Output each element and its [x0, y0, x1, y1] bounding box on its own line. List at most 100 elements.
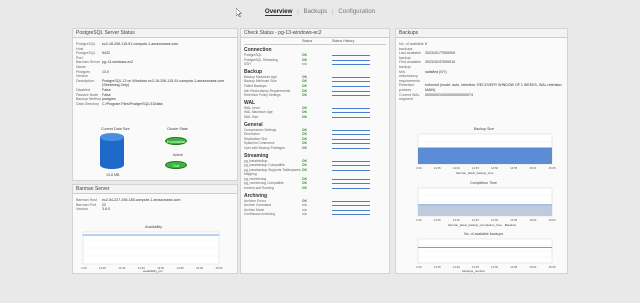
detail-row: Last available backup 20231017T000009 — [399, 51, 567, 60]
detail-row: Barman Server Name pg-13-windows-ec2 — [76, 60, 226, 69]
x-tick-label: 15:05 — [549, 265, 556, 269]
check-row: receive-wal Running OK — [244, 186, 386, 191]
barman-server-details: Barman Host ec2-54-227-198-185.compute-1.… — [76, 198, 226, 212]
x-tick-label: 14:30 — [81, 266, 87, 270]
completion-time-legend: barman_latest_backup_completion_time Bas… — [448, 223, 516, 227]
backup-size-chart-title: Backup Size — [474, 127, 494, 131]
check-label: receive-wal Running — [244, 186, 274, 191]
tab-backups[interactable]: Backups — [303, 8, 327, 15]
check-label: Retention Policy Settings — [244, 93, 281, 98]
tab-configuration[interactable]: Configuration — [338, 8, 375, 15]
detail-value: PostgreSQL 13 on Windows ec2-18-206-115-… — [102, 78, 225, 88]
detail-key: Barman Server Name — [76, 60, 101, 69]
detail-value: ec2-18-206-115-91.compute-1.amazonaws.co… — [102, 42, 179, 46]
status-history-column-header: Status History — [332, 39, 355, 43]
data-size-label: Current Data Size — [101, 127, 130, 131]
backup-size-area — [418, 147, 552, 164]
nav-separator: | — [297, 8, 299, 15]
check-label: SSH — [244, 62, 251, 67]
check-status-panel: Check Status - pg-13-windows-ec2 Status … — [240, 28, 390, 274]
detail-row: First available backup 20231024T000010 — [399, 60, 567, 69]
mouse-cursor-icon — [236, 8, 242, 17]
detail-row: Description PostgreSQL 13 on Windows ec2-… — [76, 79, 226, 88]
x-tick-label: 14:35 — [434, 166, 441, 170]
detail-value: 9 — [425, 42, 427, 46]
check-label: User with Backup Privileges — [244, 145, 285, 150]
x-tick-label: 14:30 — [416, 166, 422, 170]
x-tick-label: 14:40 — [453, 218, 460, 222]
detail-key: Min. redundancy requirements — [399, 69, 420, 83]
x-tick-label: 15:05 — [549, 218, 556, 222]
backups-title: Backups — [396, 29, 567, 38]
backup-size-legend: barman_latest_backup_size — [456, 171, 494, 175]
detail-key: Postgres Version — [76, 69, 91, 79]
detail-value: 20231024T000010 — [425, 60, 456, 65]
status-history-sparkline — [332, 186, 370, 191]
check-status-title: Check Status - pg-13-windows-ec2 — [241, 29, 389, 38]
detail-value: ec2-54-227-198-185.compute-1.amazonaws.c… — [102, 198, 181, 202]
status-history-sparkline — [332, 115, 370, 120]
x-tick-label: 15:00 — [196, 266, 203, 270]
detail-key: PostgreSQL Port — [76, 51, 96, 60]
detail-row: Data Directory C:/Program Files/PostgreSQ… — [76, 102, 226, 107]
check-row: WAL Size OK — [244, 115, 386, 120]
detail-row: PostgreSQL Host ec2-18-206-115-91.compute… — [76, 42, 226, 51]
x-tick-label: 14:55 — [510, 218, 517, 222]
detail-row: Retention policies enforced (mode: auto, … — [399, 83, 567, 92]
check-status-value: n/a — [302, 212, 307, 217]
completion-time-legend-series: barman_latest_backup_completion_time — [448, 223, 502, 227]
backups-number-chart-title: No. of available backups — [464, 232, 504, 236]
x-tick-label: 14:35 — [99, 266, 106, 270]
detail-key: Retention policies — [399, 83, 415, 92]
detail-value: 000000010000000000000074 — [425, 92, 473, 97]
detail-value: 3.6.0 — [102, 207, 110, 212]
check-row: Retention Policy Settings OK — [244, 93, 386, 98]
pg-status-panel: PostgreSQL Server Status PostgreSQL Host… — [72, 28, 238, 181]
check-status-value: OK — [302, 93, 307, 98]
check-status-list: Connection PostgreSQL OK PostgreSQL Streami… — [244, 47, 386, 217]
x-tick-label: 14:55 — [510, 166, 517, 170]
x-tick-label: 14:30 — [416, 218, 422, 222]
detail-row: Version 3.6.0 — [76, 207, 226, 212]
x-tick-label: 14:55 — [510, 265, 517, 269]
check-row: pg_basebackup Supports Tablespaces Mappi… — [244, 168, 386, 177]
status-history-sparkline — [332, 62, 370, 67]
availability-chart-title: Availability — [145, 225, 162, 229]
backups-number-legend: backups_number — [462, 269, 486, 273]
x-tick-label: 14:40 — [453, 265, 460, 269]
x-tick-label: 14:50 — [491, 166, 498, 170]
detail-key: Data Directory — [76, 101, 99, 106]
detail-key: Last available backup — [399, 51, 421, 60]
check-label: pg_basebackup Supports Tablespaces Mappi… — [244, 167, 301, 177]
cluster-state-badge: In production — [165, 137, 187, 145]
pg-status-title: PostgreSQL Server Status — [73, 29, 237, 38]
detail-value: pg-13-windows-ec2 — [102, 60, 134, 65]
backups-details: No. of available backups 9 Last available … — [399, 42, 567, 102]
detail-row: Postgres Version 13.0 — [76, 70, 226, 79]
check-row: User with Backup Privileges OK — [244, 146, 386, 151]
detail-row: Min. redundancy requirements satisfied (9… — [399, 70, 567, 84]
completion-time-chart: 14:30 14:35 14:40 14:45 14:50 14:55 15:00 15:05 — [416, 187, 556, 222]
backups-number-chart: 14:3014:3514:4014:4514:5014:5515:0015:05 — [416, 238, 556, 269]
completion-time-area — [418, 204, 552, 216]
availability-legend: availability_pct — [143, 269, 163, 273]
x-tick-label: 14:40 — [453, 166, 460, 170]
detail-value: C:/Program Files/PostgreSQL/13/data — [102, 101, 163, 106]
status-history-sparkline — [332, 212, 370, 217]
detail-key: PostgreSQL Host — [76, 42, 96, 51]
active-label: Active — [173, 153, 183, 157]
check-status-column-headers: Status Status History — [244, 39, 386, 45]
x-tick-label: 14:35 — [434, 218, 441, 222]
x-tick-label: 14:50 — [491, 265, 498, 269]
check-status-value: OK — [302, 186, 307, 191]
x-tick-label: 15:05 — [216, 266, 223, 270]
x-tick-label: 14:40 — [118, 266, 125, 270]
x-tick-label: 14:30 — [416, 265, 422, 269]
x-tick-label: 15:00 — [529, 265, 536, 269]
detail-value: enforced (mode: auto, retention: RECOVER… — [425, 83, 563, 92]
tab-overview[interactable]: Overview — [264, 8, 293, 16]
check-row: SSH n/a — [244, 62, 386, 67]
detail-key: Version — [76, 207, 88, 212]
x-tick-label: 14:35 — [434, 265, 441, 269]
check-status-value: OK — [302, 167, 307, 172]
